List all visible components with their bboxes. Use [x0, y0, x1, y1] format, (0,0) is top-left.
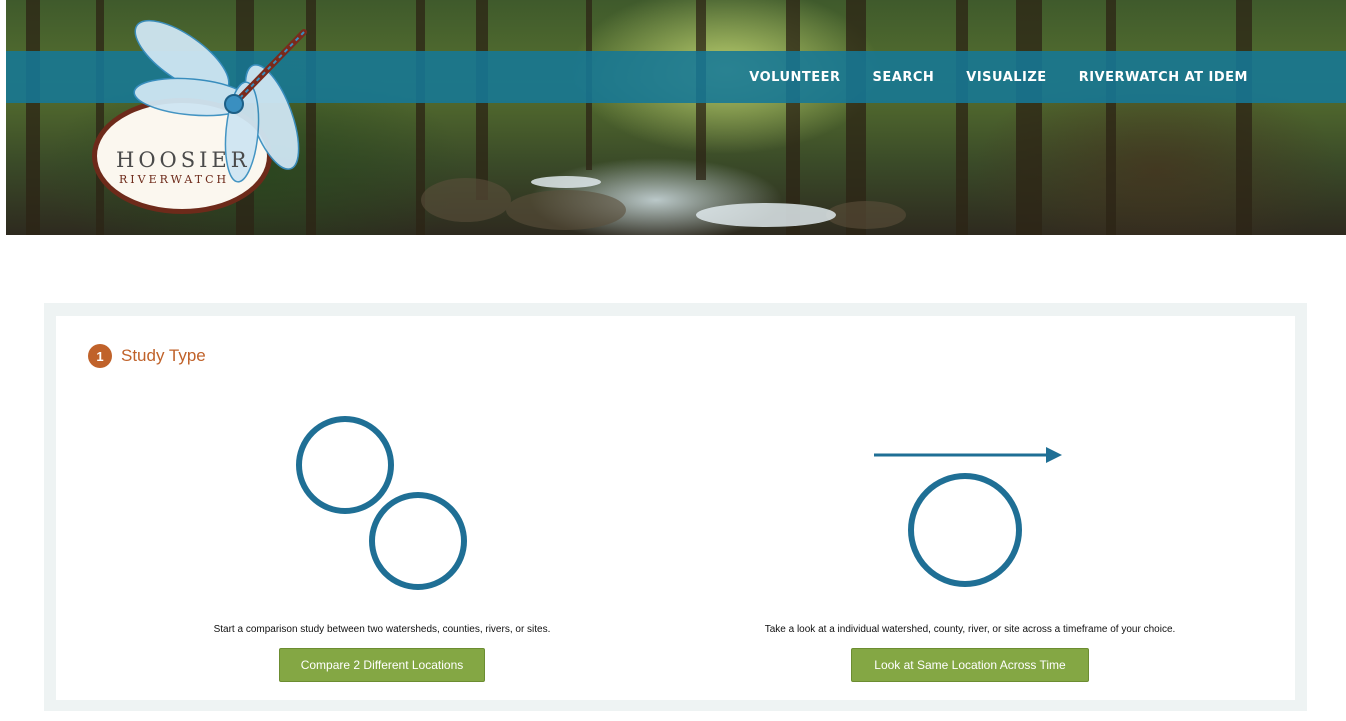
two-circles-icon [296, 416, 467, 590]
main-nav: VOLUNTEER SEARCH VISUALIZE RIVERWATCH AT… [749, 51, 1248, 103]
study-panel [56, 316, 1295, 700]
nav-volunteer[interactable]: VOLUNTEER [749, 70, 840, 85]
circle-timeline-icon [874, 447, 1062, 587]
site-logo[interactable]: HOOSIER RIVERWATCH [92, 12, 322, 217]
same-location-across-time-button[interactable]: Look at Same Location Across Time [851, 648, 1089, 682]
nav-riverwatch-at-idem[interactable]: RIVERWATCH AT IDEM [1079, 70, 1248, 85]
logo-subtitle: RIVERWATCH [119, 173, 230, 186]
step-number-badge: 1 [88, 344, 112, 368]
compare-description: Start a comparison study between two wat… [213, 624, 551, 635]
step-title: Study Type [121, 346, 206, 365]
compare-locations-button[interactable]: Compare 2 Different Locations [279, 648, 485, 682]
nav-search[interactable]: SEARCH [873, 70, 935, 85]
logo-title: HOOSIER [116, 148, 251, 172]
across-time-description: Take a look at a individual watershed, c… [764, 624, 1176, 635]
nav-visualize[interactable]: VISUALIZE [966, 70, 1046, 85]
